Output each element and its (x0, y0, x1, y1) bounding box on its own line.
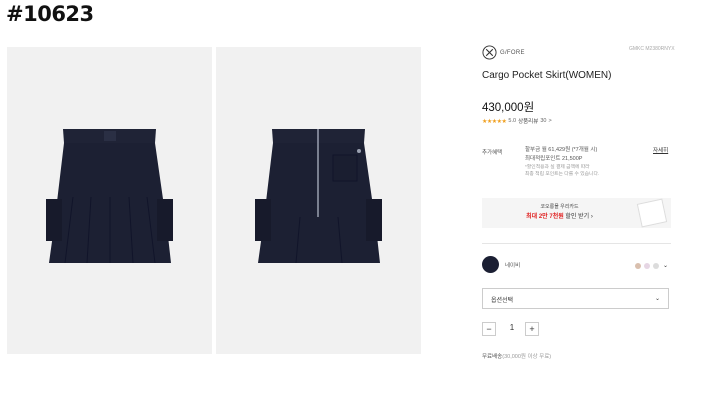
installment-text: 할부금 월 61,429원 (*7개월 시) (525, 147, 598, 153)
points-note-1: *할인적용과 실 결제 금액에 따라 (525, 165, 590, 170)
option-select-placeholder: 옵션선택 (491, 298, 514, 304)
quantity-value[interactable]: 1 (505, 323, 519, 332)
selected-color-name: 네이비 (505, 263, 521, 269)
skirt-back-illustration (255, 129, 382, 264)
review-label[interactable]: 상품리뷰 (518, 117, 538, 125)
detail-link[interactable]: 자세히 (653, 146, 668, 154)
page-id-title: #10623 (6, 2, 94, 26)
color-dot-beige[interactable] (635, 262, 641, 269)
color-dot-lavender[interactable] (644, 262, 650, 269)
brand-name[interactable]: G/FORE (500, 50, 525, 56)
product-title: Cargo Pocket Skirt(WOMEN) (482, 70, 612, 81)
benefit-label: 추가혜택 (482, 150, 503, 156)
review-arrow-icon[interactable]: > (548, 118, 551, 124)
other-colors[interactable]: ⌄ (635, 262, 668, 269)
product-price: 430,000원 (482, 102, 535, 114)
rating-score: 5.0 (508, 118, 517, 124)
banner-arrow-icon: › (590, 214, 593, 220)
chevron-down-icon[interactable]: ⌄ (663, 262, 668, 269)
review-count[interactable]: 30 (540, 118, 546, 124)
color-dot-gray[interactable] (653, 262, 659, 269)
product-image-front[interactable] (7, 47, 212, 354)
star-rating-icons: ★★★★★ (482, 118, 507, 125)
color-swatch-selected[interactable] (482, 256, 499, 273)
shipping-info: 무료배송(30,000원 이상 무료) (482, 352, 551, 360)
rating-row[interactable]: ★★★★★ 5.0 상품리뷰 30 > (482, 117, 552, 125)
shipping-prefix: 무료배송 (482, 354, 503, 360)
option-select[interactable]: 옵션선택 ⌄ (482, 288, 669, 309)
card-promo-banner[interactable]: 코오롱몰 우리카드 최대 2만 7천원 할인 받기 › (482, 198, 671, 228)
gfore-cross-logo-icon[interactable] (482, 45, 497, 60)
chevron-down-icon: ⌄ (654, 296, 660, 302)
product-code: GMKC M2380RNYX (629, 46, 675, 52)
banner-highlight: 최대 2만 7천원 (526, 214, 564, 220)
skirt-front-illustration (46, 129, 173, 264)
quantity-plus-button[interactable]: + (525, 322, 539, 336)
shipping-detail: (30,000원 이상 무료) (502, 354, 552, 360)
quantity-minus-button[interactable]: − (482, 322, 496, 336)
product-image-back[interactable] (216, 47, 421, 354)
credit-card-icon (636, 198, 668, 228)
divider (482, 243, 671, 244)
max-points-text: 최대적립포인트 21,500P (525, 156, 583, 162)
banner-line-1: 코오롱몰 우리카드 (540, 204, 579, 210)
benefit-details: 할부금 월 61,429원 (*7개월 시) 최대적립포인트 21,500P *… (525, 146, 599, 178)
banner-line-2-rest: 할인 받기 (563, 214, 590, 220)
banner-line-2: 최대 2만 7천원 할인 받기 › (482, 211, 637, 220)
points-note-2: 최종 적립 포인트는 다를 수 있습니다. (525, 172, 600, 177)
